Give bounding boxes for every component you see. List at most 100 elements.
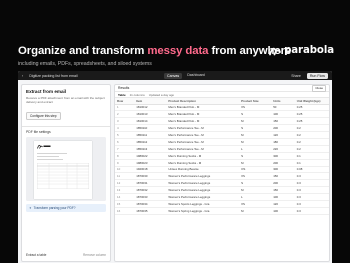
table-row[interactable]: 13 1870032 Women's Performance Leggings M 15… <box>115 186 329 195</box>
table-cell: 0.25 <box>294 104 329 112</box>
table-row[interactable]: 15 1870034 Women's Sports Leggings - Gra XS… <box>115 200 329 208</box>
table-cell: S <box>239 110 272 119</box>
step-config-panel: Extract from email Receive a PDF attachm… <box>21 84 111 262</box>
table-cell: Men's Performance Tee - M <box>166 145 240 153</box>
table-cell: 1870030 <box>134 172 167 181</box>
run-flow-button[interactable]: Run Flow <box>306 72 329 79</box>
table-cell: Men's Branded Polo - M <box>166 104 240 112</box>
table-row[interactable]: 3 1810014 Men's Branded Polo - M M 150 0.25 <box>115 117 329 126</box>
table-cell: 9 <box>115 159 135 167</box>
table-cell: 0.08 <box>294 166 329 174</box>
table-row[interactable]: 7 1850113 Men's Performance Tee - M L 220 0.2 <box>115 145 329 153</box>
results-panel: Results Close Table 11 columns Updated a… <box>114 84 330 262</box>
results-header: Results Close <box>115 84 329 92</box>
table-cell: S <box>239 152 272 160</box>
brand: parabola <box>269 45 334 56</box>
table-cell: M <box>239 159 272 167</box>
table-cell: 16 <box>115 207 135 215</box>
table-row[interactable]: 6 1850112 Men's Performance Tee - M M 180 0.2 <box>115 138 329 146</box>
table-cell: 0.3 <box>294 200 329 208</box>
table-row[interactable]: 12 1870031 Women's Performance Leggings S 20… <box>115 179 329 188</box>
table-cell: M <box>239 131 272 139</box>
table-cell: 0.2 <box>294 131 329 139</box>
table-cell: S <box>239 179 272 188</box>
table-cell: 100 <box>271 193 295 201</box>
table-cell: 14 <box>115 193 135 201</box>
table-row[interactable]: 14 1870033 Women's Performance Leggings L 10… <box>115 193 329 201</box>
table-cell: 0.1 <box>294 152 329 160</box>
table-row[interactable]: 11 1870030 Women's Performance Leggings XS 1… <box>115 172 329 181</box>
results-table: Row Item Product Description Product Size Un… <box>115 98 329 215</box>
table-cell: Women's Performance Leggings <box>166 172 240 181</box>
table-cell: 0.3 <box>294 179 329 188</box>
parsing-tooltip[interactable]: ✦ Transform parsing your PDF? <box>26 203 106 212</box>
configure-step-button[interactable]: Configure this step <box>26 112 61 120</box>
table-cell: 13 <box>115 186 135 195</box>
close-button[interactable]: Close <box>312 84 326 92</box>
share-button[interactable]: Share <box>291 74 301 78</box>
table-cell: 1870031 <box>134 179 167 188</box>
table-cell: 100 <box>271 110 295 119</box>
table-row[interactable]: 9 1980023 Men's Running Socks - M M 200 0.1 <box>115 159 329 167</box>
table-cell: Men's Running Socks - M <box>166 159 240 167</box>
left-footer: Extract a table Remove column <box>26 253 106 257</box>
table-cell: 1920018 <box>134 166 167 174</box>
table-cell: Men's Performance Tee - M <box>166 124 240 133</box>
step-description: Receive a PDF attachment from an email w… <box>26 96 105 104</box>
pdf-text-line <box>37 158 63 160</box>
table-cell: Men's Performance Tee - M <box>166 138 240 146</box>
table-cell: 1870032 <box>134 186 167 195</box>
brand-name: parabola <box>284 45 334 56</box>
hero-title-accent: messy data <box>147 45 209 57</box>
sparkle-icon: ✦ <box>29 205 32 210</box>
table-cell: M <box>239 186 272 195</box>
table-cell: OS <box>239 166 272 174</box>
table-cell: XS <box>239 172 272 181</box>
table-cell: 180 <box>271 138 295 146</box>
pdf-text-line <box>37 155 59 157</box>
table-row[interactable]: 5 1850111 Men's Performance Tee - M M 120 0.2 <box>115 131 329 139</box>
table-row[interactable]: 10 1920018 Unisex Running Beanie OS 300 0.08 <box>115 166 329 174</box>
table-cell: Men's Running Socks - M <box>166 152 240 160</box>
table-cell: S <box>239 124 272 133</box>
table-row[interactable]: 8 1980022 Men's Running Socks - M S 300 0.1 <box>115 152 329 160</box>
back-icon[interactable]: ‹ <box>22 74 23 78</box>
table-cell: 1810012 <box>134 104 167 112</box>
table-cell: 2 <box>115 110 135 119</box>
pdf-settings-label[interactable]: PDF file settings <box>26 130 106 134</box>
table-cell: 50 <box>271 104 295 112</box>
step-title: Extract from email <box>26 89 67 94</box>
table-cell: 200 <box>271 179 295 188</box>
table-row[interactable]: 2 1810013 Men's Branded Polo - M S 100 0.25 <box>115 110 329 119</box>
pdf-page <box>34 140 92 199</box>
extract-table-label: Extract a table <box>26 253 47 257</box>
app-window: ‹ Digitize packing list from email Canva… <box>18 71 332 263</box>
table-row[interactable]: 4 1850110 Men's Performance Tee - M S 200 0.2 <box>115 124 329 133</box>
parabola-logo-icon <box>269 47 281 55</box>
flow-name[interactable]: Digitize packing list from email <box>29 74 77 78</box>
table-cell: Women's Spring Leggings - Gra <box>166 207 240 215</box>
table-cell: 0.25 <box>294 117 329 126</box>
table-row[interactable]: 1 1810012 Men's Branded Polo - M XS 50 0.25 <box>115 104 329 112</box>
tab-dashboard[interactable]: Dashboard <box>187 73 205 79</box>
table-row[interactable]: 16 1870035 Women's Spring Leggings - Gra M 1… <box>115 207 329 215</box>
remove-column-button[interactable]: Remove column <box>83 253 106 257</box>
table-cell: 120 <box>271 131 295 139</box>
table-cell: 3 <box>115 117 135 126</box>
view-tabs: Canvas Dashboard <box>164 72 205 79</box>
pdf-table-graphic <box>37 162 89 189</box>
table-cell: 5 <box>115 131 135 139</box>
table-cell: M <box>239 207 272 215</box>
table-cell: M <box>239 117 272 126</box>
table-cell: 220 <box>271 145 295 153</box>
table-cell: 120 <box>271 200 295 208</box>
table-cell: 11 <box>115 172 135 181</box>
app-topbar: ‹ Digitize packing list from email Canva… <box>18 71 332 80</box>
hero-subtitle: including emails, PDFs, spreadsheets, an… <box>18 61 152 67</box>
tooltip-text: Transform parsing your PDF? <box>33 205 76 210</box>
table-cell: 10 <box>115 166 135 174</box>
tab-canvas[interactable]: Canvas <box>164 72 183 79</box>
table-tab[interactable]: Table <box>118 93 126 97</box>
table-cell: 150 <box>271 117 295 126</box>
results-title[interactable]: Results <box>118 86 129 90</box>
